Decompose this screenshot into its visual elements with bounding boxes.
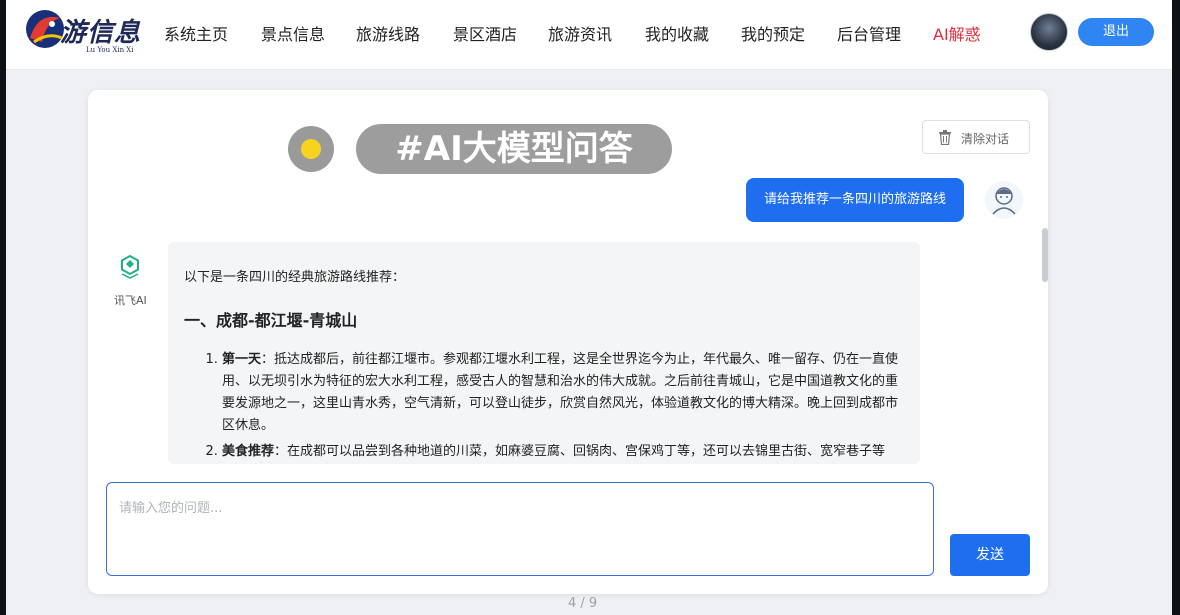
user-avatar-icon: [985, 181, 1023, 219]
nav-item-home[interactable]: 系统主页: [164, 21, 228, 45]
ai-reply-heading: 一、成都-都江堰-青城山: [184, 311, 358, 330]
question-input[interactable]: [106, 482, 934, 576]
logout-button[interactable]: 退出: [1078, 18, 1154, 46]
app-frame: 游信息 Lu You Xin Xi 系统主页 景点信息 旅游线路 景区酒店 旅游…: [6, 0, 1172, 615]
list-item: 第一天：抵达成都后，前往都江堰市。参观都江堰水利工程，这是全世界迄今为止，年代最…: [222, 349, 904, 437]
list-item: 美食推荐：在成都可以品尝到各种地道的川菜，如麻婆豆腐、回锅肉、宫保鸡丁等，还可以…: [222, 441, 904, 463]
trash-icon: [939, 130, 951, 145]
list-item-text: ：抵达成都后，前往都江堰市。参观都江堰水利工程，这是全世界迄今为止，年代最久、唯…: [222, 352, 899, 433]
chat-panel: #AI大模型问答 清除对话 请给我推荐一条四川的旅游路线 讯飞AI 以下是一条四…: [88, 90, 1048, 594]
site-logo[interactable]: 游信息 Lu You Xin Xi: [20, 6, 160, 58]
page-indicator: 4 / 9: [568, 596, 598, 611]
ai-message-bubble: 以下是一条四川的经典旅游路线推荐： 一、成都-都江堰-青城山 第一天：抵达成都后…: [168, 242, 920, 464]
chat-scrollbar[interactable]: [1042, 228, 1048, 282]
nav-item-admin[interactable]: 后台管理: [837, 21, 901, 45]
logo-title: 游信息: [60, 18, 142, 48]
list-item-text: ：在成都可以品尝到各种地道的川菜，如麻婆豆腐、回锅肉、宫保鸡丁等，还可以去锦里古…: [274, 444, 886, 459]
nav-item-ai[interactable]: AI解惑: [933, 21, 981, 45]
list-item-label: 美食推荐: [222, 444, 275, 459]
ai-assistant-icon: [121, 254, 139, 279]
user-avatar[interactable]: [1030, 13, 1068, 51]
clear-chat-label: 清除对话: [961, 132, 1010, 146]
clear-chat-button[interactable]: 清除对话: [922, 120, 1030, 154]
user-message-bubble: 请给我推荐一条四川的旅游路线: [746, 178, 964, 222]
nav-item-favorites[interactable]: 我的收藏: [645, 21, 709, 45]
list-item-label: 第一天: [222, 352, 262, 367]
nav-item-bookings[interactable]: 我的预定: [741, 21, 805, 45]
ai-reply-list: 第一天：抵达成都后，前往都江堰市。参观都江堰水利工程，这是全世界迄今为止，年代最…: [184, 349, 904, 463]
top-navbar: 游信息 Lu You Xin Xi 系统主页 景点信息 旅游线路 景区酒店 旅游…: [6, 0, 1172, 70]
send-button[interactable]: 发送: [950, 534, 1030, 576]
nav-item-routes[interactable]: 旅游线路: [356, 21, 420, 45]
nav-item-attractions[interactable]: 景点信息: [261, 21, 325, 45]
logo-subtitle: Lu You Xin Xi: [86, 46, 134, 54]
nav-item-hotels[interactable]: 景区酒店: [453, 21, 517, 45]
nav-item-news[interactable]: 旅游资讯: [548, 21, 612, 45]
chat-title: #AI大模型问答: [356, 124, 672, 174]
ai-reply-intro: 以下是一条四川的经典旅游路线推荐：: [184, 270, 406, 285]
title-dot-icon: [288, 126, 334, 172]
ai-name-label: 讯飞AI: [114, 294, 147, 307]
